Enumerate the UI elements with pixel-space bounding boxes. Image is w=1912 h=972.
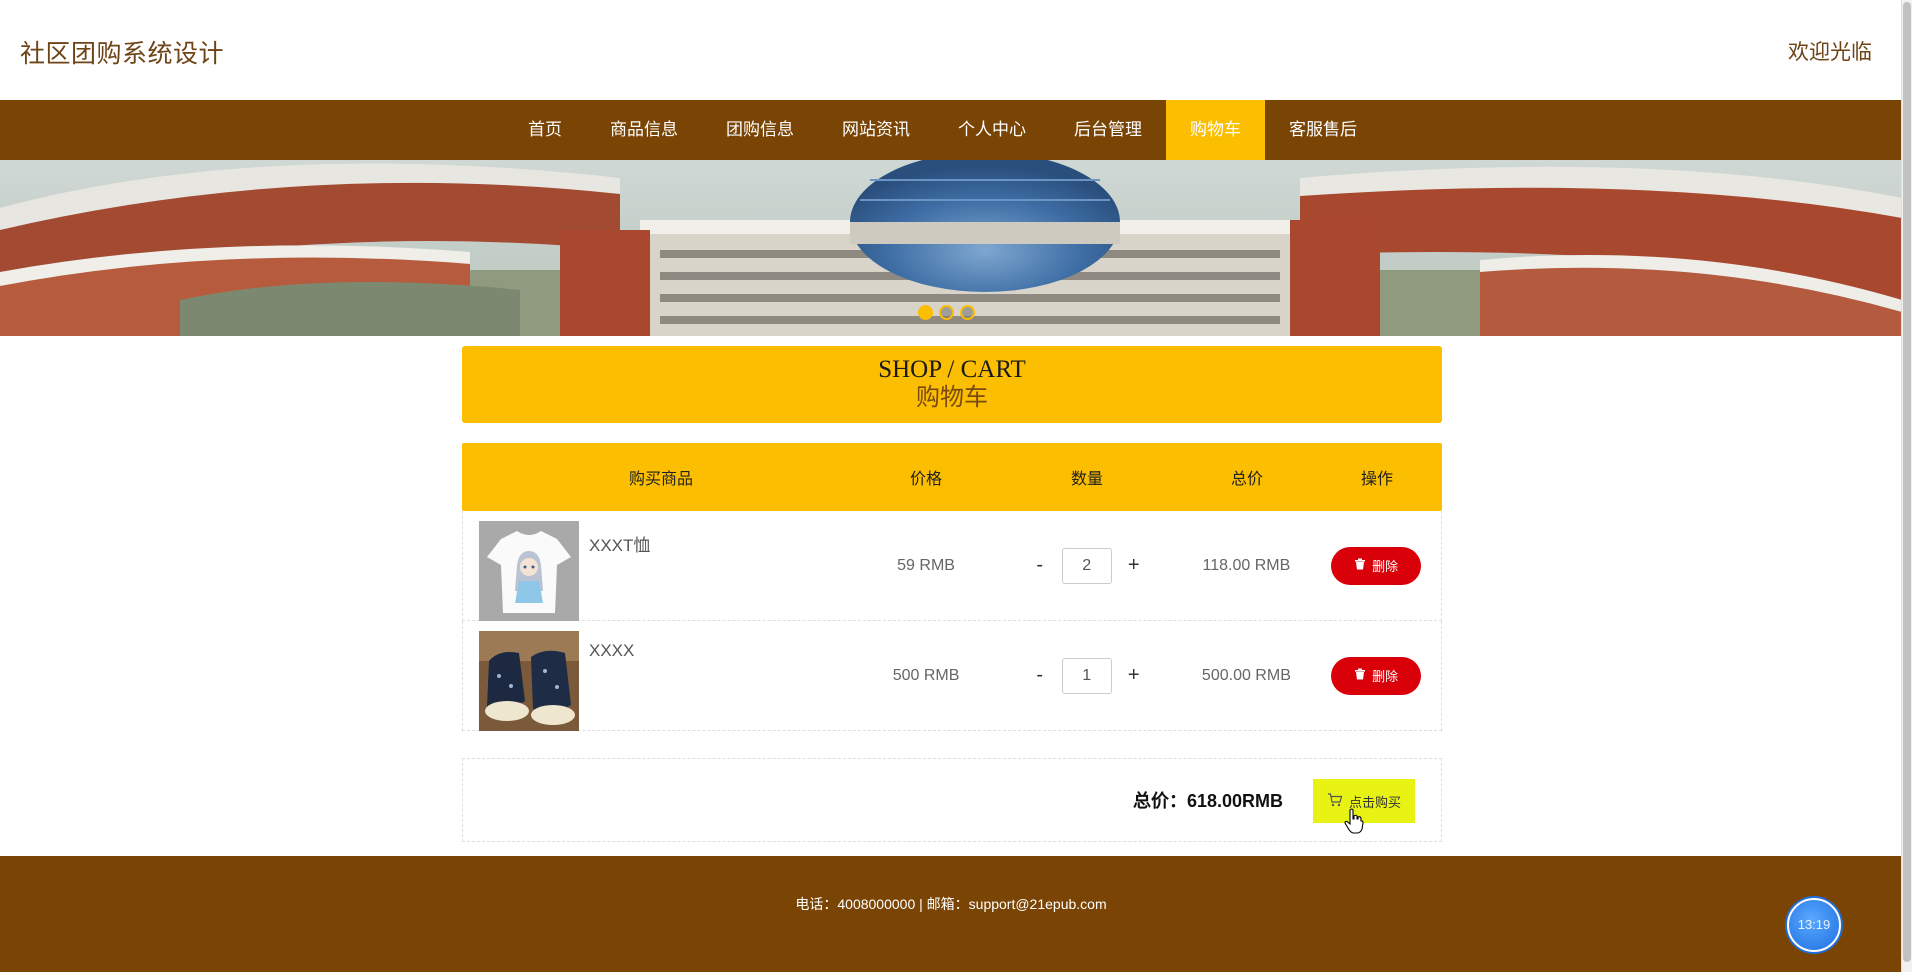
nav-item-service[interactable]: 客服售后 (1265, 100, 1381, 160)
nav-item-profile[interactable]: 个人中心 (934, 100, 1050, 160)
product-thumbnail-tshirt[interactable] (479, 520, 579, 621)
nav-item-admin[interactable]: 后台管理 (1050, 100, 1166, 160)
delete-label: 删除 (1372, 559, 1399, 574)
actions-cell: 删除 (1311, 546, 1441, 585)
main-nav: 首页 商品信息 团购信息 网站资讯 个人中心 后台管理 购物车 客服售后 (0, 100, 1902, 160)
column-header-actions: 操作 (1360, 471, 1393, 488)
delete-button[interactable]: 删除 (1331, 546, 1422, 585)
carousel-dot-2[interactable] (939, 305, 954, 320)
product-thumbnail-shoes[interactable] (479, 630, 579, 731)
line-total: 118.00 RMB (1202, 556, 1291, 574)
cart-title-en: SHOP / CART (878, 356, 1026, 383)
product-price: 500 RMB (892, 666, 960, 684)
product-price: 59 RMB (897, 556, 955, 574)
table-row: XXXT恤 59 RMB - + 118.00 RMB 删除 (462, 511, 1442, 621)
increase-quantity-button[interactable]: + (1112, 554, 1156, 577)
nav-item-products[interactable]: 商品信息 (586, 100, 702, 160)
carousel-dot-1[interactable] (918, 305, 933, 320)
column-header-product: 购买商品 (628, 471, 693, 488)
product-cell: XXXX (463, 621, 860, 731)
nav-items: 首页 商品信息 团购信息 网站资讯 个人中心 后台管理 购物车 客服售后 (504, 100, 1381, 160)
line-total: 500.00 RMB (1201, 666, 1291, 684)
top-header: 社区团购系统设计 欢迎光临 (0, 0, 1902, 100)
nav-item-home[interactable]: 首页 (504, 100, 586, 160)
site-footer: 电话：4008000000 | 邮箱：support@21epub.com (0, 856, 1902, 972)
product-name[interactable]: XXXT恤 (589, 531, 650, 556)
column-header-total: 总价 (1230, 471, 1263, 488)
page-scrollbar[interactable] (1901, 0, 1912, 972)
increase-quantity-button[interactable]: + (1112, 664, 1156, 687)
hand-cursor-icon (1344, 808, 1364, 839)
cart-summary: 总价：618.00RMB 点击购买 (462, 758, 1442, 842)
grand-total: 总价：618.00RMB (1132, 791, 1283, 811)
cart-icon (1327, 792, 1343, 810)
column-header-quantity: 数量 (1070, 471, 1103, 488)
nav-item-cart[interactable]: 购物车 (1166, 100, 1265, 160)
quantity-input[interactable] (1061, 547, 1112, 584)
quantity-stepper: - + (992, 547, 1182, 584)
delete-label: 删除 (1372, 669, 1399, 684)
trash-icon (1354, 668, 1366, 683)
decrease-quantity-button[interactable]: - (1018, 554, 1062, 577)
clock-widget[interactable]: 13:19 (1787, 898, 1841, 952)
actions-cell: 删除 (1311, 656, 1441, 695)
site-title: 社区团购系统设计 (20, 40, 225, 68)
column-header-price: 价格 (909, 471, 942, 488)
table-row: XXXX 500 RMB - + 500.00 RMB 删除 (462, 621, 1442, 731)
nav-item-group-buy[interactable]: 团购信息 (702, 100, 818, 160)
welcome-text: 欢迎光临 (1788, 41, 1872, 64)
footer-contact: 电话：4008000000 | 邮箱：support@21epub.com (795, 896, 1107, 912)
product-name[interactable]: XXXX (589, 641, 634, 661)
carousel-dots (918, 305, 975, 320)
scrollbar-thumb[interactable] (1903, 2, 1911, 962)
product-cell: XXXT恤 (463, 511, 860, 621)
quantity-stepper: - + (992, 657, 1182, 694)
trash-icon (1354, 558, 1366, 573)
table-header: 购买商品 价格 数量 总价 操作 (462, 443, 1442, 511)
cart-title-zh: 购物车 (916, 385, 988, 411)
cart-title-banner: SHOP / CART 购物车 (462, 346, 1442, 423)
decrease-quantity-button[interactable]: - (1018, 664, 1062, 687)
quantity-input[interactable] (1061, 657, 1112, 694)
nav-item-news[interactable]: 网站资讯 (818, 100, 934, 160)
cart-table: 购买商品 价格 数量 总价 操作 XXXT恤 59 RMB - 2 + 118.… (462, 443, 1442, 731)
carousel-dot-3[interactable] (960, 305, 975, 320)
delete-button[interactable]: 删除 (1331, 656, 1422, 695)
checkout-button[interactable]: 点击购买 (1313, 779, 1415, 823)
